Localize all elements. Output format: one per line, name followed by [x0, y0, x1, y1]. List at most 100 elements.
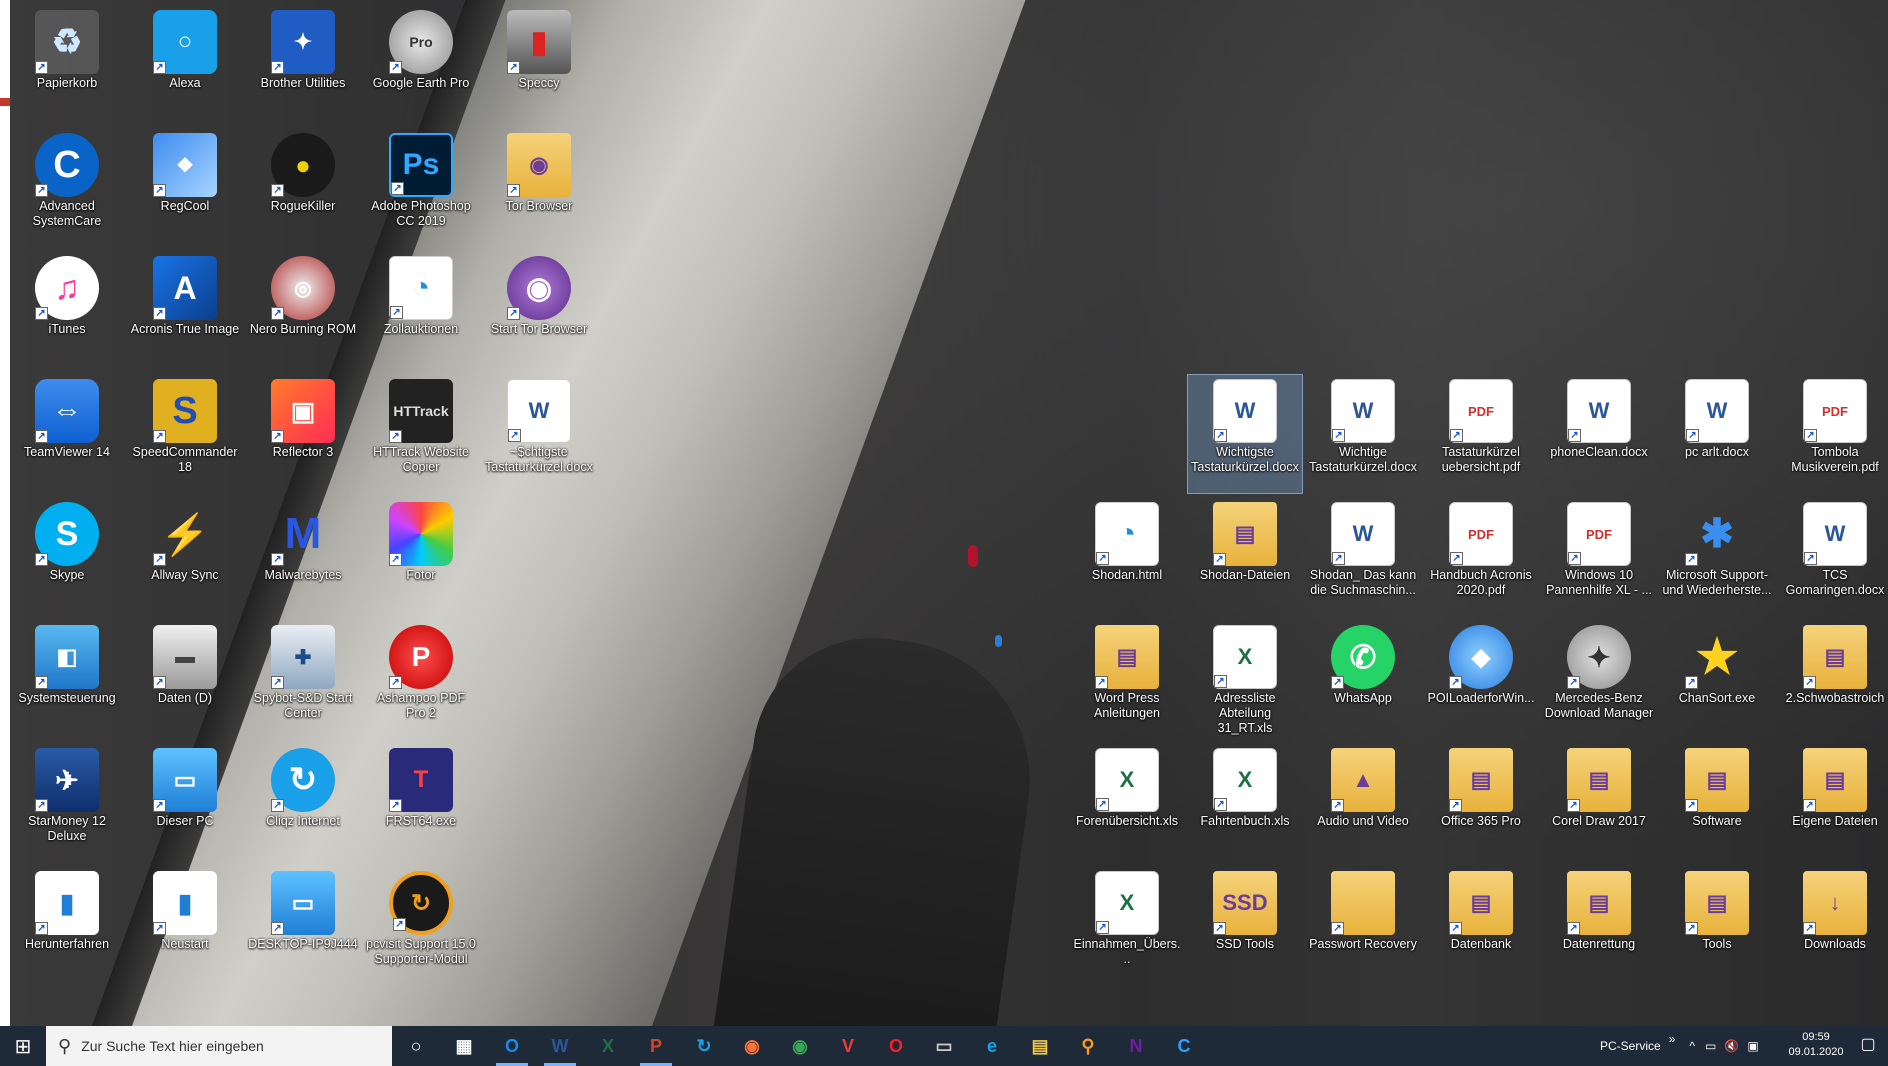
- word-icon[interactable]: W: [536, 1026, 584, 1066]
- desktop-icon[interactable]: X ↗ Adressliste Abteilung 31_RT.xls: [1188, 621, 1302, 739]
- desktop-icon-label: Malwarebytes: [264, 568, 342, 582]
- desktop-icon[interactable]: Pro ↗ Google Earth Pro: [364, 6, 478, 124]
- desktop-icon[interactable]: ▤ ↗ Shodan-Dateien: [1188, 498, 1302, 616]
- desktop-icon[interactable]: Ps ↗ Adobe Photoshop CC 2019: [364, 129, 478, 247]
- desktop-icon[interactable]: W ↗ Wichtige Tastaturkürzel.docx: [1306, 375, 1420, 493]
- desktop-icon[interactable]: ▬ ↗ Daten (D): [128, 621, 242, 739]
- desktop-icon[interactable]: W ↗ Shodan_ Das kann die Suchmaschin...: [1306, 498, 1420, 616]
- desktop-icon[interactable]: ♫ ↗ iTunes: [10, 252, 124, 370]
- desktop-icon[interactable]: SSD ↗ SSD Tools: [1188, 867, 1302, 985]
- desktop-icon[interactable]: ↗ Fotor: [364, 498, 478, 616]
- desktop-icon[interactable]: ◔ ↗ Shodan.html: [1070, 498, 1184, 616]
- desktop-icon[interactable]: W ↗ Wichtigste Tastaturkürzel.docx: [1187, 374, 1303, 494]
- notification-center-icon[interactable]: ▢: [1856, 1034, 1880, 1058]
- desktop-icon[interactable]: HTTrack ↗ HTTrack Website Copier: [364, 375, 478, 493]
- desktop-icon[interactable]: ◉ ↗ Tor Browser: [482, 129, 596, 247]
- desktop-icon[interactable]: ▤ ↗ Word Press Anleitungen: [1070, 621, 1184, 739]
- desktop-icon[interactable]: PDF ↗ Windows 10 Pannenhilfe XL - ...: [1542, 498, 1656, 616]
- desktop-icon[interactable]: M ↗ Malwarebytes: [246, 498, 360, 616]
- desktop-icon[interactable]: P ↗ Ashampoo PDF Pro 2: [364, 621, 478, 739]
- desktop-icon[interactable]: PDF ↗ Handbuch Acronis 2020.pdf: [1424, 498, 1538, 616]
- desktop-icon[interactable]: ▮ ↗ Speccy: [482, 6, 596, 124]
- taskbar-clock[interactable]: 09:59 09.01.2020: [1786, 1030, 1846, 1060]
- desktop-icon[interactable]: ▭ ↗ Dieser PC: [128, 744, 242, 862]
- tray-overflow-icon[interactable]: ^: [1689, 1039, 1695, 1053]
- desktop-icon[interactable]: ⚡ ↗ Allway Sync: [128, 498, 242, 616]
- desktop-icon[interactable]: ◔ ↗ Zollauktionen: [364, 252, 478, 370]
- cliqz-icon[interactable]: ↻: [680, 1026, 728, 1066]
- chrome-icon[interactable]: ◉: [776, 1026, 824, 1066]
- desktop-icon[interactable]: ◧ ↗ Systemsteuerung: [10, 621, 124, 739]
- desktop-icon[interactable]: A ↗ Acronis True Image: [128, 252, 242, 370]
- desktop-icon[interactable]: W ↗ phoneClean.docx: [1542, 375, 1656, 493]
- outlook-icon[interactable]: O: [488, 1026, 536, 1066]
- excel-icon[interactable]: X: [584, 1026, 632, 1066]
- desktop-icon[interactable]: ✦ ↗ Brother Utilities: [246, 6, 360, 124]
- toolbar-chevron-icon[interactable]: »: [1669, 1032, 1676, 1046]
- desktop-icon[interactable]: ▤ ↗ Datenrettung: [1542, 867, 1656, 985]
- desktop-icon[interactable]: T ↗ FRST64.exe: [364, 744, 478, 862]
- desktop-icon[interactable]: ▤ ↗ Corel Draw 2017: [1542, 744, 1656, 862]
- desktop-icon[interactable]: S ↗ Skype: [10, 498, 124, 616]
- taskbar-search-box[interactable]: ⚲ Zur Suche Text hier eingeben: [46, 1026, 392, 1066]
- onenote-icon[interactable]: N: [1112, 1026, 1160, 1066]
- firefox-icon[interactable]: ◉: [728, 1026, 776, 1066]
- terminal-icon[interactable]: ▭: [920, 1026, 968, 1066]
- edge-icon[interactable]: e: [968, 1026, 1016, 1066]
- desktop-icon[interactable]: ↻ ↗ pcvisit Support 15.0 Supporter-Modul: [364, 867, 478, 985]
- desktop-icon[interactable]: ★ ↗ ChanSort.exe: [1660, 621, 1774, 739]
- network-icon[interactable]: ▣: [1747, 1039, 1758, 1053]
- desktop-icon[interactable]: ◉ ↗ Start Tor Browser: [482, 252, 596, 370]
- desktop-icon[interactable]: ▤ ↗ Office 365 Pro: [1424, 744, 1538, 862]
- desktop-icon[interactable]: ✆ ↗ WhatsApp: [1306, 621, 1420, 739]
- file-explorer-icon[interactable]: ▤: [1016, 1026, 1064, 1066]
- desktop-icon[interactable]: ✦ ↗ Mercedes-Benz Download Manager: [1542, 621, 1656, 739]
- desktop-icon[interactable]: ◆ ↗ POILoaderforWin...: [1424, 621, 1538, 739]
- powerpoint-icon[interactable]: P: [632, 1026, 680, 1066]
- desktop-icon[interactable]: X ↗ Fahrtenbuch.xls: [1188, 744, 1302, 862]
- desktop-icon[interactable]: ▤ ↗ 2.Schwobastroich: [1778, 621, 1888, 739]
- desktop-icon[interactable]: ▤ ↗ Datenbank: [1424, 867, 1538, 985]
- desktop-icon[interactable]: W ↗ TCS Gomaringen.docx: [1778, 498, 1888, 616]
- desktop-icon[interactable]: ▤ ↗ Tools: [1660, 867, 1774, 985]
- opera-icon[interactable]: O: [872, 1026, 920, 1066]
- cortana-icon[interactable]: ○: [392, 1026, 440, 1066]
- desktop-icon[interactable]: PDF ↗ Tombola Musikverein.pdf: [1778, 375, 1888, 493]
- desktop-icon[interactable]: ♻ ↗ Papierkorb: [10, 6, 124, 124]
- ccleaner-icon[interactable]: C: [1160, 1026, 1208, 1066]
- search-app-icon[interactable]: ⚲: [1064, 1026, 1112, 1066]
- desktop-icon[interactable]: ↻ ↗ Cliqz Internet: [246, 744, 360, 862]
- task-view-icon[interactable]: ▦: [440, 1026, 488, 1066]
- desktop-icon[interactable]: X ↗ Einnahmen_Übers...: [1070, 867, 1184, 985]
- desktop-icon[interactable]: PDF ↗ Tastaturkürzel uebersicht.pdf: [1424, 375, 1538, 493]
- desktop-icon[interactable]: ▤ ↗ Eigene Dateien: [1778, 744, 1888, 862]
- desktop-icon[interactable]: ▭ ↗ DESKTOP-IP9J444: [246, 867, 360, 985]
- desktop-icon[interactable]: ✈ ↗ StarMoney 12 Deluxe: [10, 744, 124, 862]
- desktop-icon[interactable]: ↓ ↗ Downloads: [1778, 867, 1888, 985]
- desktop-icon[interactable]: ⇔ ↗ TeamViewer 14: [10, 375, 124, 493]
- battery-icon[interactable]: ▭: [1705, 1039, 1716, 1053]
- vivaldi-icon[interactable]: V: [824, 1026, 872, 1066]
- desktop-icon[interactable]: ▤ ↗ Software: [1660, 744, 1774, 862]
- volume-icon[interactable]: 🔇: [1724, 1039, 1739, 1053]
- start-button[interactable]: ⊞: [0, 1026, 46, 1066]
- desktop-icon[interactable]: ▮ ↗ Neustart: [128, 867, 242, 985]
- desktop-icon[interactable]: S ↗ SpeedCommander 18: [128, 375, 242, 493]
- desktop-icon[interactable]: ❖ ↗ RegCool: [128, 129, 242, 247]
- desktop-icon[interactable]: ○ ↗ Alexa: [128, 6, 242, 124]
- desktop-icon[interactable]: ✚ ↗ Spybot-S&D Start Center: [246, 621, 360, 739]
- desktop-icon[interactable]: W ↗ ~$chtigste Tastaturkürzel.docx: [482, 375, 596, 493]
- tray-toolbar-label[interactable]: PC-Service: [1600, 1039, 1661, 1053]
- desktop-icon[interactable]: X ↗ Forenübersicht.xls: [1070, 744, 1184, 862]
- desktop-icon-label: Tombola Musikverein.pdf: [1791, 445, 1879, 474]
- httrack-icon: HTTrack ↗: [389, 379, 453, 443]
- desktop-icon[interactable]: ● ↗ RogueKiller: [246, 129, 360, 247]
- desktop-icon[interactable]: W ↗ pc arlt.docx: [1660, 375, 1774, 493]
- desktop-icon[interactable]: ▣ ↗ Reflector 3: [246, 375, 360, 493]
- desktop-icon[interactable]: ✱ ↗ Microsoft Support- und Wiederherste...: [1660, 498, 1774, 616]
- desktop-icon[interactable]: ▲ ↗ Audio und Video: [1306, 744, 1420, 862]
- desktop-icon[interactable]: ↗ Passwort Recovery: [1306, 867, 1420, 985]
- desktop-icon[interactable]: C ↗ Advanced SystemCare: [10, 129, 124, 247]
- desktop-icon[interactable]: ◎ ↗ Nero Burning ROM: [246, 252, 360, 370]
- desktop-icon[interactable]: ▮ ↗ Herunterfahren: [10, 867, 124, 985]
